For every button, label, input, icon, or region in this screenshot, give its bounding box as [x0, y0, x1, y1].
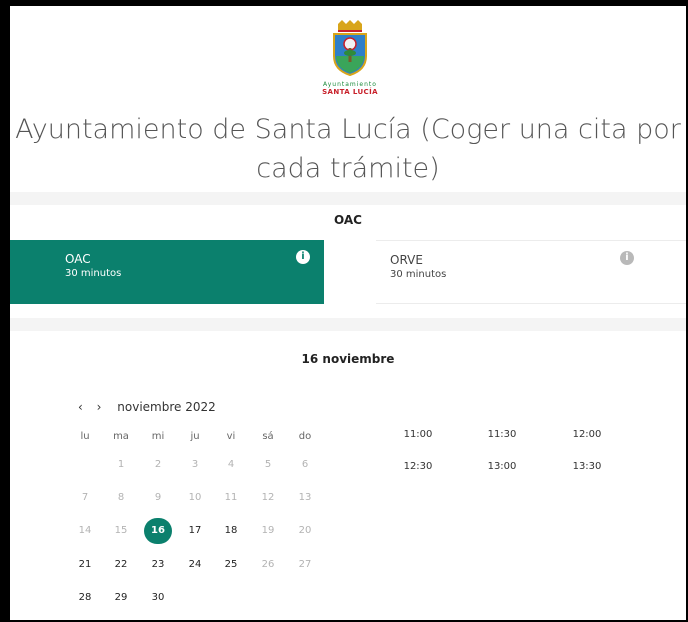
calendar-day[interactable]: 24 — [181, 552, 209, 578]
next-month-button[interactable]: › — [97, 400, 102, 414]
time-slot-button[interactable]: 13:30 — [557, 458, 617, 476]
prev-month-button[interactable]: ‹ — [78, 400, 83, 414]
time-slot-button[interactable]: 12:30 — [388, 458, 448, 476]
weekday-header: sá — [262, 431, 274, 442]
calendar-day: 1 — [117, 459, 125, 470]
info-icon[interactable]: i — [296, 250, 310, 264]
screenshot-border-left — [0, 0, 10, 622]
calendar-day: 3 — [191, 459, 199, 470]
logo-caption-line2: SANTA LUCÍA — [322, 88, 378, 96]
service-name: ORVE — [390, 253, 423, 267]
time-slot-button[interactable]: 13:00 — [472, 458, 532, 476]
calendar-day: 13 — [298, 492, 312, 503]
coat-of-arms-icon — [333, 20, 367, 77]
calendar-day-selected[interactable]: 16 — [144, 518, 172, 544]
service-card-oac[interactable]: OAC 30 minutos i — [10, 240, 324, 304]
calendar-day: 26 — [261, 559, 275, 570]
calendar-navigation: ‹ › noviembre 2022 — [78, 400, 226, 414]
section-divider — [10, 192, 686, 205]
weekday-header: ju — [190, 431, 200, 442]
selected-date-label: 16 noviembre — [301, 352, 395, 366]
calendar-day[interactable]: 22 — [107, 552, 135, 578]
calendar-day: 14 — [78, 525, 92, 536]
calendar-month-label: noviembre 2022 — [117, 400, 216, 414]
calendar-day[interactable]: 25 — [217, 552, 245, 578]
calendar-day: 12 — [261, 492, 275, 503]
service-duration: 30 minutos — [390, 269, 447, 280]
calendar-day[interactable]: 28 — [71, 585, 99, 611]
service-name: OAC — [65, 252, 91, 266]
calendar-day: 7 — [81, 492, 89, 503]
calendar-day[interactable]: 17 — [181, 518, 209, 544]
service-duration: 30 minutos — [65, 268, 122, 279]
weekday-header: mi — [151, 431, 165, 442]
weekday-header: lu — [80, 431, 90, 442]
time-slot-button[interactable]: 12:00 — [557, 426, 617, 444]
calendar-day: 27 — [298, 559, 312, 570]
calendar-day: 10 — [188, 492, 202, 503]
logo-caption-line1: Ayuntamiento — [323, 81, 377, 88]
time-slot-button[interactable]: 11:30 — [472, 426, 532, 444]
calendar-day: 20 — [298, 525, 312, 536]
calendar-day[interactable]: 29 — [107, 585, 135, 611]
calendar-day: 11 — [224, 492, 238, 503]
calendar-day: 8 — [117, 492, 125, 503]
calendar-day: 2 — [154, 459, 162, 470]
section-divider — [10, 318, 686, 331]
booking-page: Ayuntamiento SANTA LUCÍA Ayuntamiento de… — [10, 6, 686, 620]
calendar-day: 9 — [154, 492, 162, 503]
weekday-header: ma — [113, 431, 129, 442]
weekday-header: vi — [226, 431, 236, 442]
calendar-day: 15 — [114, 525, 128, 536]
municipality-logo: Ayuntamiento SANTA LUCÍA — [320, 20, 380, 96]
calendar-day[interactable]: 18 — [217, 518, 245, 544]
calendar-day: 4 — [227, 459, 235, 470]
service-card-orve[interactable]: ORVE 30 minutos i — [376, 240, 686, 304]
time-slot-button[interactable]: 11:00 — [388, 426, 448, 444]
weekday-header: do — [298, 431, 312, 442]
calendar-day[interactable]: 30 — [144, 585, 172, 611]
service-group-label: OAC — [334, 213, 362, 227]
calendar-day: 19 — [261, 525, 275, 536]
calendar-day[interactable]: 23 — [144, 552, 172, 578]
calendar-day[interactable]: 21 — [71, 552, 99, 578]
calendar-day: 5 — [264, 459, 272, 470]
page-title: Ayuntamiento de Santa Lucía (Coger una c… — [15, 114, 681, 184]
calendar-day: 6 — [301, 459, 309, 470]
info-icon[interactable]: i — [620, 251, 634, 265]
